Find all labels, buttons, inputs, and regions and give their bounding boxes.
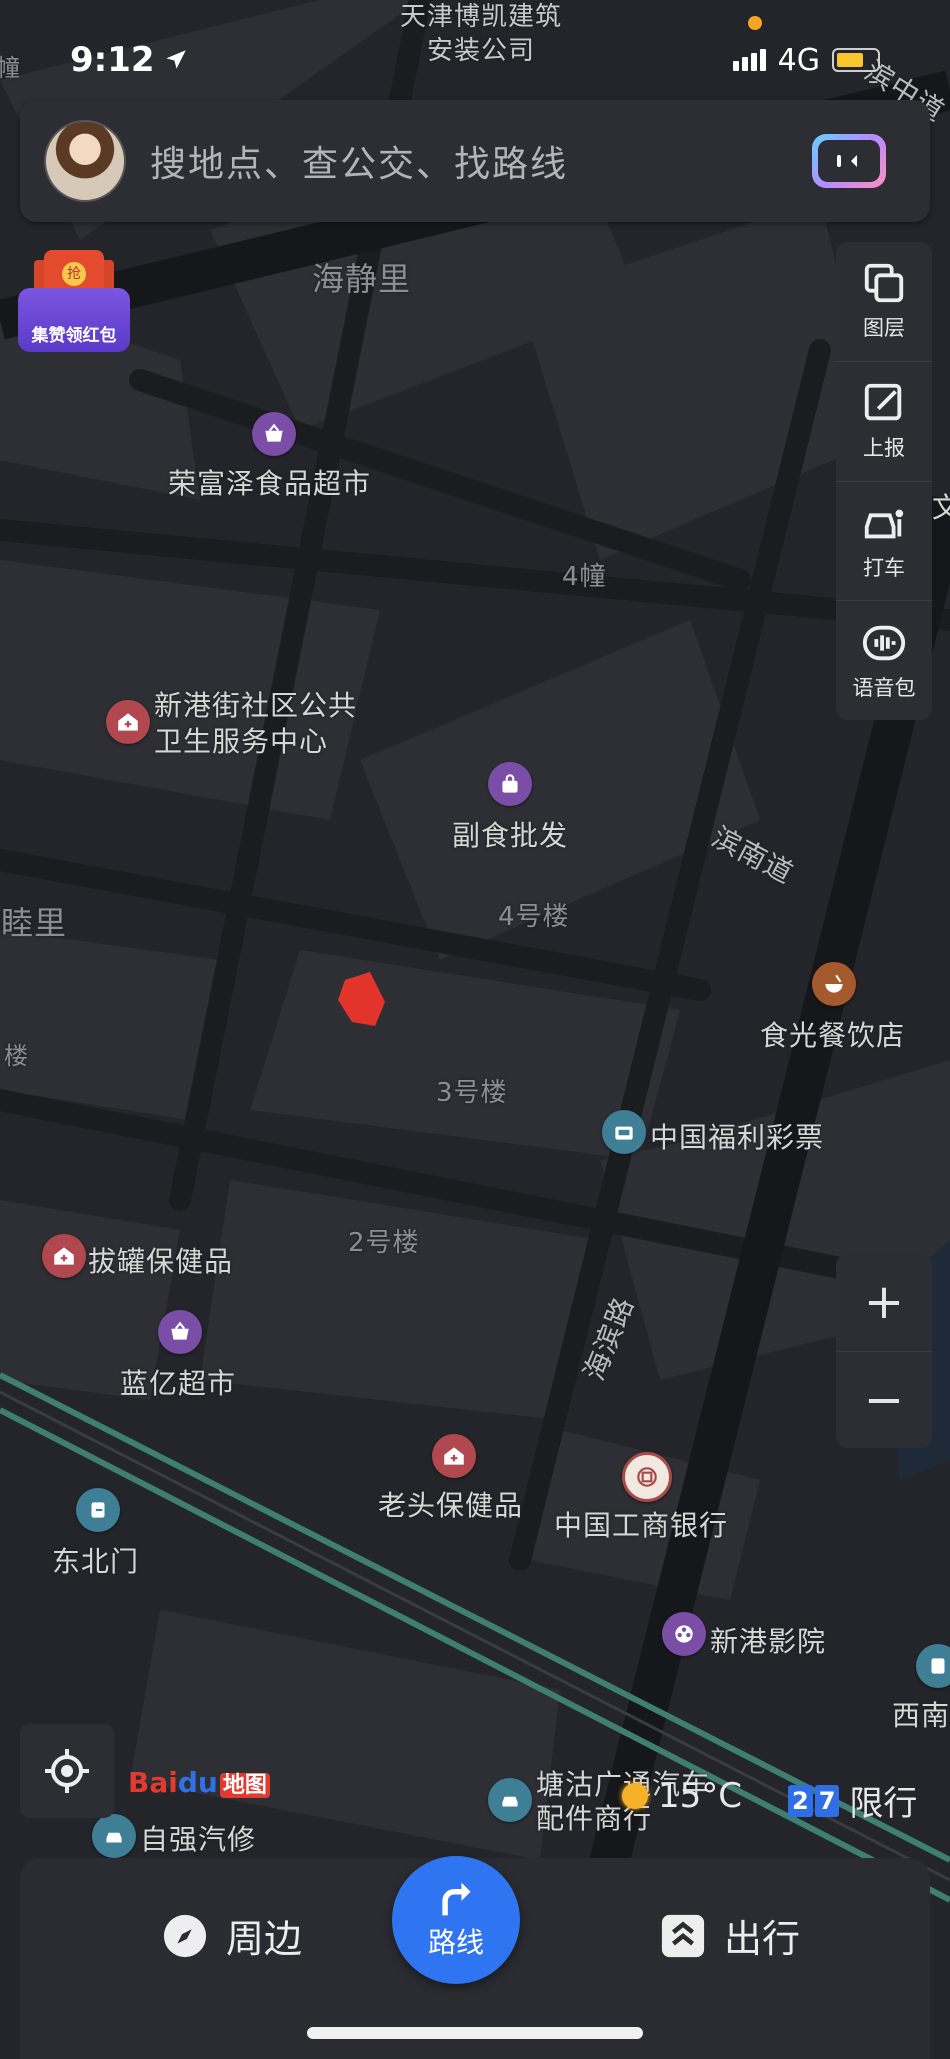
taxi-icon (864, 509, 904, 539)
poi-label-cinema[interactable]: 新港影院 (710, 1620, 826, 1660)
poi-pin-cinema-icon[interactable] (662, 1612, 706, 1656)
sun-icon (622, 1783, 648, 1809)
report-button[interactable]: 上报 (836, 362, 932, 482)
poi-pin-supermarket-icon[interactable] (252, 412, 296, 456)
compass-icon (163, 1914, 207, 1957)
travel-icon (661, 1914, 705, 1957)
nearby-label: 周边 (226, 1917, 303, 1961)
tool-label: 图层 (863, 316, 905, 341)
map-tools-panel: 图层 上报 打车 语音包 (836, 242, 932, 720)
map-label-building2: 2号楼 (348, 1228, 420, 1258)
tool-label: 打车 (863, 555, 905, 580)
poi-pin-restaurant-icon[interactable] (812, 962, 856, 1006)
poi-label-icbc[interactable]: 中国工商银行 (554, 1504, 728, 1544)
poi-pin-car-icon[interactable] (488, 1778, 532, 1822)
zoom-out-button[interactable]: − (836, 1352, 932, 1449)
poi-label-fushi[interactable]: 副食批发 (452, 814, 568, 854)
poi-label-xinan[interactable]: 西南 (892, 1694, 950, 1734)
poi-pin-supermarket2-icon[interactable] (158, 1310, 202, 1354)
battery-icon (832, 48, 880, 72)
poi-pin-health2-icon[interactable] (432, 1434, 476, 1478)
poi-pin-shop-icon[interactable] (488, 762, 532, 806)
poi-pin-bank-icon[interactable] (622, 1452, 672, 1502)
status-time: 9:12 (70, 40, 155, 80)
map-label-haijingli: 海静里 (312, 260, 412, 298)
route-button[interactable]: 路线 (392, 1856, 520, 1984)
location-arrow-icon (165, 50, 186, 69)
zoom-in-button[interactable]: + (836, 1254, 932, 1352)
zoom-control: + − (836, 1254, 932, 1448)
search-bar[interactable]: 搜地点、查公交、找路线 (20, 100, 930, 222)
poi-label-community-health[interactable]: 新港街社区公共 卫生服务中心 (154, 688, 357, 760)
poi-pin-gate-icon[interactable] (76, 1488, 120, 1532)
poi-label-ziqiang[interactable]: 自强汽修 (140, 1818, 256, 1858)
poi-label-shiguang[interactable]: 食光餐饮店 (760, 1014, 905, 1054)
report-icon (864, 383, 902, 421)
baidu-map-logo: Baidu 地图 (128, 1766, 270, 1799)
network-type: 4G (777, 42, 820, 78)
limit-label: 限行 (849, 1784, 918, 1824)
map-label-edge-lou: 楼 (4, 1042, 29, 1070)
map-label-4z: 4幢 (562, 562, 607, 592)
limit-digit: 2 (788, 1784, 813, 1817)
travel-button[interactable]: 出行 (660, 1908, 800, 1963)
poi-label-dongbeimen[interactable]: 东北门 (52, 1540, 139, 1580)
traffic-limit-widget[interactable]: 27 限行 (788, 1776, 917, 1825)
poi-label-laotou[interactable]: 老头保健品 (378, 1484, 523, 1524)
home-indicator[interactable] (307, 2027, 643, 2039)
route-label: 路线 (427, 1926, 484, 1959)
poi-label-lanyi[interactable]: 蓝亿超市 (120, 1362, 236, 1402)
tool-label: 语音包 (852, 675, 916, 700)
map-label-building3: 3号楼 (436, 1078, 508, 1108)
tool-label: 上报 (863, 436, 905, 461)
poi-label-baguan[interactable]: 拔罐保健品 (88, 1240, 233, 1280)
poi-pin-hospital-icon[interactable] (106, 700, 150, 744)
weather-widget[interactable]: 15°C (622, 1776, 742, 1816)
poi-pin-car2-icon[interactable] (92, 1814, 136, 1858)
search-input[interactable]: 搜地点、查公交、找路线 (150, 135, 812, 187)
signal-icon (732, 49, 766, 71)
red-packet-promo[interactable]: 集赞领红包 (18, 250, 130, 352)
travel-label: 出行 (724, 1917, 801, 1961)
poi-pin-health-icon[interactable] (42, 1234, 86, 1278)
avatar[interactable] (44, 120, 126, 202)
map-label-hemuli: 和睦里 (0, 904, 68, 942)
map-label-building4: 4号楼 (498, 902, 570, 932)
limit-digit: 7 (814, 1784, 840, 1817)
poi-pin-lottery-icon[interactable] (602, 1110, 646, 1154)
poi-label-rongfuze[interactable]: 荣富泽食品超市 (168, 462, 371, 502)
taxi-button[interactable]: 打车 (836, 482, 932, 602)
layers-button[interactable]: 图层 (836, 242, 932, 362)
voice-assistant-icon[interactable] (812, 134, 886, 188)
map-label-edge-wen: 文 (932, 491, 950, 524)
layers-icon (864, 264, 904, 303)
poi-label-lottery[interactable]: 中国福利彩票 (650, 1116, 824, 1156)
route-arrow-icon (442, 1882, 471, 1916)
voice-pack-icon (862, 625, 906, 660)
voice-pack-button[interactable]: 语音包 (836, 601, 932, 720)
crosshair-icon (45, 1749, 89, 1793)
temperature: 15°C (658, 1776, 743, 1816)
locate-button[interactable] (20, 1724, 114, 1818)
nearby-button[interactable]: 周边 (162, 1908, 302, 1963)
promo-label: 集赞领红包 (31, 326, 117, 346)
